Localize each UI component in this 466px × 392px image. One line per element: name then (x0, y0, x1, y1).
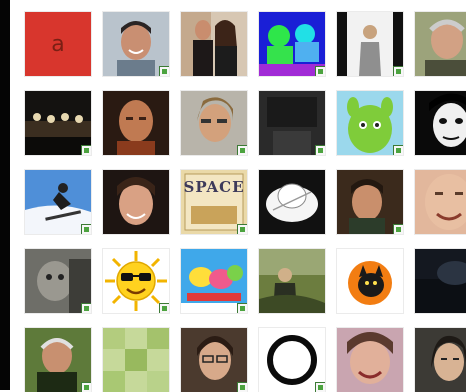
badge-icon (81, 303, 91, 313)
badge-icon (393, 145, 403, 155)
white-hat-drawing (259, 170, 325, 234)
badge-icon (237, 382, 247, 392)
green-checker-pattern (103, 328, 169, 392)
avatar-tile[interactable]: SPACE (181, 170, 247, 234)
avatar-tile[interactable] (181, 249, 247, 313)
badge-icon (81, 382, 91, 392)
dark-abstract-photo (415, 249, 466, 313)
avatar-tile[interactable] (259, 91, 325, 155)
avatar-tile[interactable] (103, 170, 169, 234)
avatar-grid: a SPACE (25, 12, 466, 392)
space-logo-text: SPACE (183, 178, 245, 196)
avatar-tile[interactable] (259, 328, 325, 392)
smiling-man-closeup (415, 170, 466, 234)
avatar-tile[interactable]: a (25, 12, 91, 76)
avatar-tile[interactable] (259, 249, 325, 313)
young-man-portrait (103, 170, 169, 234)
avatar-tile[interactable] (103, 249, 169, 313)
badge-icon (393, 66, 403, 76)
avatar-tile[interactable] (25, 91, 91, 155)
badge-icon (315, 66, 325, 76)
avatar-tile[interactable] (337, 12, 403, 76)
avatar-tile[interactable] (337, 91, 403, 155)
cartoon-woman-face (415, 91, 466, 155)
laughing-woman-photo (337, 328, 403, 392)
black-cat-orange-icon (337, 249, 403, 313)
avatar-tile[interactable] (415, 328, 466, 392)
avatar-tile[interactable] (259, 170, 325, 234)
badge-icon (81, 224, 91, 234)
couple-photo (181, 12, 247, 76)
avatar-tile[interactable] (337, 328, 403, 392)
hiker-photo (259, 249, 325, 313)
badge-icon (237, 224, 247, 234)
avatar-tile[interactable] (337, 249, 403, 313)
badge-icon (159, 303, 169, 313)
badge-icon (393, 224, 403, 234)
badge-icon (237, 303, 247, 313)
badge-icon (81, 145, 91, 155)
avatar-tile[interactable] (181, 328, 247, 392)
smiling-older-man-photo (415, 12, 466, 76)
avatar-tile[interactable] (25, 170, 91, 234)
avatar-tile[interactable] (415, 249, 466, 313)
avatar-tile[interactable] (25, 328, 91, 392)
avatar-tile[interactable] (415, 91, 466, 155)
avatar-tile[interactable] (25, 249, 91, 313)
left-edge-bar (0, 0, 10, 390)
avatar-tile[interactable] (415, 12, 466, 76)
avatar-tile[interactable] (181, 91, 247, 155)
avatar-tile[interactable] (103, 328, 169, 392)
avatar-tile[interactable] (103, 12, 169, 76)
avatar-tile[interactable] (337, 170, 403, 234)
avatar-tile[interactable] (415, 170, 466, 234)
badge-icon (159, 66, 169, 76)
avatar-letter: a (51, 31, 65, 57)
badge-icon (237, 145, 247, 155)
badge-icon (315, 382, 325, 392)
avatar-tile[interactable] (181, 12, 247, 76)
avatar-tile[interactable] (259, 12, 325, 76)
avatar-tile[interactable] (103, 91, 169, 155)
woman-portrait-photo (415, 328, 466, 392)
badge-icon (315, 145, 325, 155)
bald-man-portrait (103, 91, 169, 155)
